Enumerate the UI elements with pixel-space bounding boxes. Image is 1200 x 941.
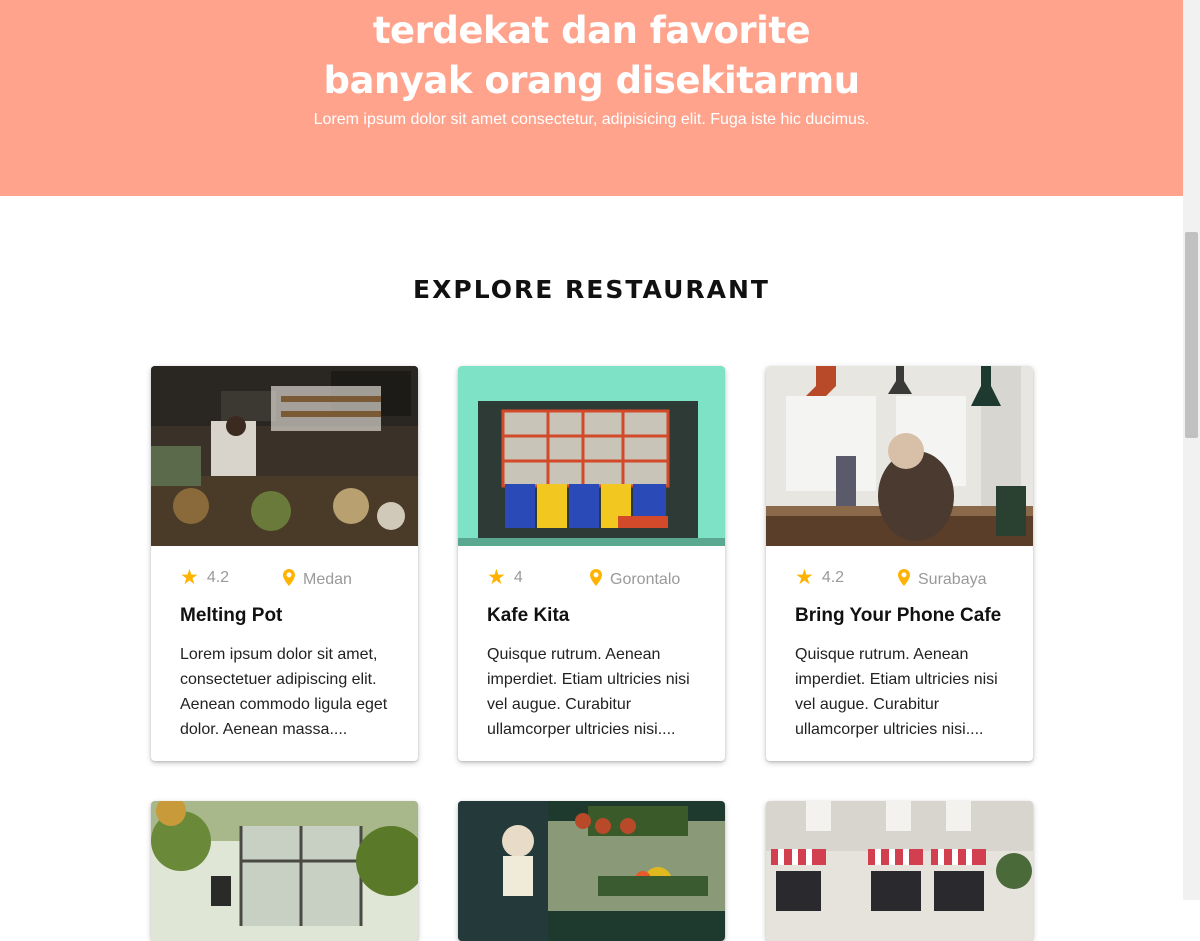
location: Medan	[283, 569, 352, 591]
location: Gorontalo	[590, 569, 680, 591]
star-icon: ★	[487, 566, 506, 589]
star-icon: ★	[795, 566, 814, 589]
restaurant-meta: ★ 4 Gorontalo	[487, 566, 715, 593]
rating: ★ 4.2	[795, 566, 845, 589]
hero-banner: terdekat dan favorite banyak orang disek…	[0, 0, 1183, 196]
hero-subtitle: Lorem ipsum dolor sit amet consectetur, …	[313, 111, 870, 128]
restaurant-card[interactable]: ★ 4.2 Medan Melting Pot Lorem ipsum dolo…	[151, 366, 418, 761]
restaurant-photo	[458, 801, 725, 941]
restaurant-description: Quisque rutrum. Aenean imperdiet. Etiam …	[795, 646, 998, 738]
restaurant-meta: ★ 4.2 Medan	[180, 566, 408, 593]
restaurant-description: Lorem ipsum dolor sit amet, consectetuer…	[180, 646, 388, 738]
rating-value: 4.2	[206, 569, 230, 586]
restaurant-photo	[458, 366, 725, 546]
restaurant-card[interactable]: ★ 4 Gorontalo Kafe Kita Quisque rutrum. …	[458, 366, 725, 761]
rating-value: 4.2	[821, 569, 845, 586]
restaurant-card[interactable]: ★ 4.2 Surabaya Bring Your Phone Cafe Qui…	[766, 366, 1033, 761]
rating: ★ 4	[487, 566, 523, 589]
scrollbar-thumb[interactable]	[1185, 232, 1198, 438]
hero-heading-line-1: terdekat dan favorite	[372, 9, 811, 52]
restaurant-photo	[766, 366, 1033, 546]
restaurant-meta: ★ 4.2 Surabaya	[795, 566, 1023, 593]
rating: ★ 4.2	[180, 566, 230, 589]
star-icon: ★	[180, 566, 199, 589]
restaurant-name[interactable]: Bring Your Phone Cafe	[795, 605, 1023, 627]
restaurant-card[interactable]	[766, 801, 1033, 941]
restaurant-photo	[766, 801, 1033, 941]
location-pin-icon	[283, 569, 295, 591]
location-pin-icon	[590, 569, 602, 591]
restaurant-card[interactable]	[458, 801, 725, 941]
hero-heading-line-2: banyak orang disekitarmu	[323, 59, 860, 102]
restaurant-card[interactable]	[151, 801, 418, 941]
restaurant-description: Quisque rutrum. Aenean imperdiet. Etiam …	[487, 646, 690, 738]
restaurant-name[interactable]: Kafe Kita	[487, 605, 715, 627]
location: Surabaya	[898, 569, 987, 591]
city-name: Gorontalo	[610, 571, 681, 588]
restaurant-photo	[151, 801, 418, 941]
section-title: EXPLORE RESTAURANT	[413, 275, 770, 304]
rating-value: 4	[513, 569, 523, 586]
restaurant-name[interactable]: Melting Pot	[180, 605, 408, 627]
city-name: Medan	[303, 571, 352, 588]
page-scrollbar[interactable]	[1183, 0, 1200, 900]
city-name: Surabaya	[918, 571, 987, 588]
restaurant-photo	[151, 366, 418, 546]
location-pin-icon	[898, 569, 910, 591]
